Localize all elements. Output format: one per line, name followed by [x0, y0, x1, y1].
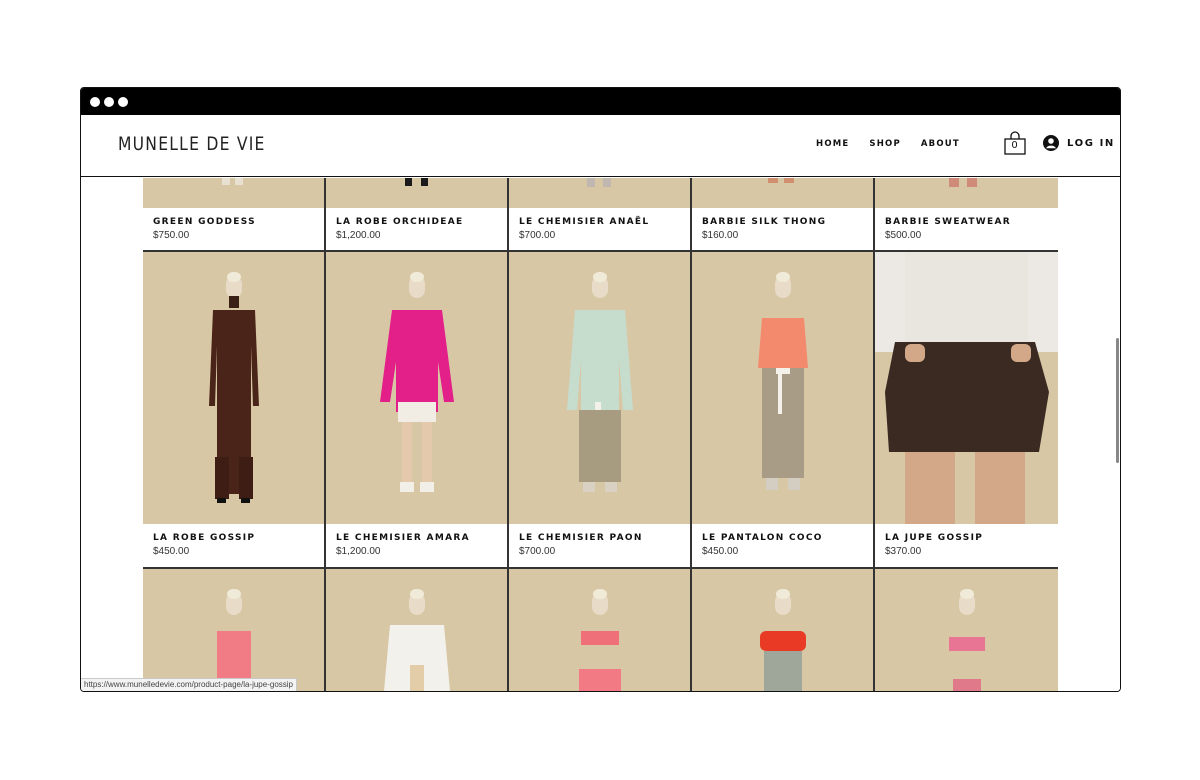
product-price: $700.00: [519, 230, 556, 241]
product-name[interactable]: LA ROBE GOSSIP: [153, 533, 255, 543]
model-figure: [758, 272, 808, 490]
product-card[interactable]: GREEN GODDESS $750.00: [143, 178, 324, 250]
product-price: $750.00: [153, 230, 190, 241]
product-grid: GREEN GODDESS $750.00 LA ROBE ORCHIDEAE …: [143, 178, 1058, 691]
nav-shop[interactable]: SHOP: [869, 139, 901, 149]
product-price: $500.00: [885, 230, 922, 241]
product-image[interactable]: [509, 252, 690, 524]
product-name[interactable]: LE CHEMISIER AMARA: [336, 533, 470, 543]
product-name[interactable]: LE PANTALON COCO: [702, 533, 823, 543]
window-control-dot[interactable]: [104, 97, 114, 107]
product-card[interactable]: LE CHEMISIER PAON $700.00: [509, 252, 690, 567]
product-price: $160.00: [702, 230, 739, 241]
login-button[interactable]: LOG IN: [1043, 135, 1115, 151]
product-name[interactable]: BARBIE SWEATWEAR: [885, 217, 1011, 227]
window-control-dot[interactable]: [90, 97, 100, 107]
model-figure: [217, 589, 251, 691]
page-scrollbar[interactable]: [1116, 338, 1119, 463]
product-image[interactable]: [143, 569, 324, 691]
product-card[interactable]: LE CHEMISIER AMARA $1,200.00: [326, 252, 507, 567]
product-image[interactable]: [143, 252, 324, 524]
product-card[interactable]: [692, 569, 873, 691]
product-card[interactable]: BARBIE SILK THONG $160.00: [692, 178, 873, 250]
model-figure: [760, 589, 806, 691]
product-card[interactable]: BARBIE SWEATWEAR $500.00: [875, 178, 1058, 250]
cart-button[interactable]: 0: [1004, 130, 1026, 156]
cart-count: 0: [1011, 140, 1018, 151]
product-gallery-area: GREEN GODDESS $750.00 LA ROBE ORCHIDEAE …: [81, 178, 1120, 691]
browser-status-url: https://www.munelledevie.com/product-pag…: [81, 678, 297, 691]
window-titlebar: [81, 88, 1120, 115]
product-image[interactable]: [875, 178, 1058, 208]
product-image[interactable]: [143, 178, 324, 208]
product-card[interactable]: LE PANTALON COCO $450.00: [692, 252, 873, 567]
product-card[interactable]: LA JUPE GOSSIP $370.00: [875, 252, 1058, 567]
model-figure: [380, 272, 454, 492]
main-nav: HOME SHOP ABOUT: [816, 139, 980, 149]
product-image[interactable]: [692, 569, 873, 691]
product-image[interactable]: [509, 178, 690, 208]
brand-logo[interactable]: MUNELLE DE VIE: [118, 133, 266, 155]
product-name[interactable]: GREEN GODDESS: [153, 217, 256, 227]
model-figure: [567, 272, 633, 492]
product-name[interactable]: LA ROBE ORCHIDEAE: [336, 217, 463, 227]
product-card[interactable]: [143, 569, 324, 691]
product-name[interactable]: LE CHEMISIER ANAËL: [519, 217, 649, 227]
product-price: $370.00: [885, 546, 922, 557]
product-name[interactable]: BARBIE SILK THONG: [702, 217, 826, 227]
product-name[interactable]: LA JUPE GOSSIP: [885, 533, 983, 543]
browser-window: MUNELLE DE VIE HOME SHOP ABOUT 0 LOG IN: [80, 87, 1121, 692]
model-figure-closeup: [875, 252, 1058, 524]
product-image[interactable]: [509, 569, 690, 691]
product-card[interactable]: LA ROBE GOSSIP $450.00: [143, 252, 324, 567]
site-header: MUNELLE DE VIE HOME SHOP ABOUT 0 LOG IN: [81, 115, 1120, 177]
window-control-dot[interactable]: [118, 97, 128, 107]
product-price: $450.00: [702, 546, 739, 557]
product-name[interactable]: LE CHEMISIER PAON: [519, 533, 643, 543]
product-price: $1,200.00: [336, 230, 381, 241]
model-figure: [949, 589, 985, 691]
nav-about[interactable]: ABOUT: [921, 139, 960, 149]
product-card[interactable]: LE CHEMISIER ANAËL $700.00: [509, 178, 690, 250]
product-image[interactable]: [326, 178, 507, 208]
product-card[interactable]: [326, 569, 507, 691]
product-card[interactable]: [875, 569, 1058, 691]
product-image[interactable]: [875, 252, 1058, 524]
login-label: LOG IN: [1067, 137, 1115, 149]
nav-home[interactable]: HOME: [816, 139, 849, 149]
product-image[interactable]: [326, 252, 507, 524]
product-price: $700.00: [519, 546, 556, 557]
product-card[interactable]: LA ROBE ORCHIDEAE $1,200.00: [326, 178, 507, 250]
model-figure: [579, 589, 621, 691]
model-figure: [384, 589, 450, 691]
product-image[interactable]: [692, 178, 873, 208]
product-price: $1,200.00: [336, 546, 381, 557]
product-image[interactable]: [692, 252, 873, 524]
user-avatar-icon: [1043, 135, 1059, 151]
product-image[interactable]: [875, 569, 1058, 691]
product-card[interactable]: [509, 569, 690, 691]
product-image[interactable]: [326, 569, 507, 691]
product-price: $450.00: [153, 546, 190, 557]
model-figure: [209, 272, 259, 503]
